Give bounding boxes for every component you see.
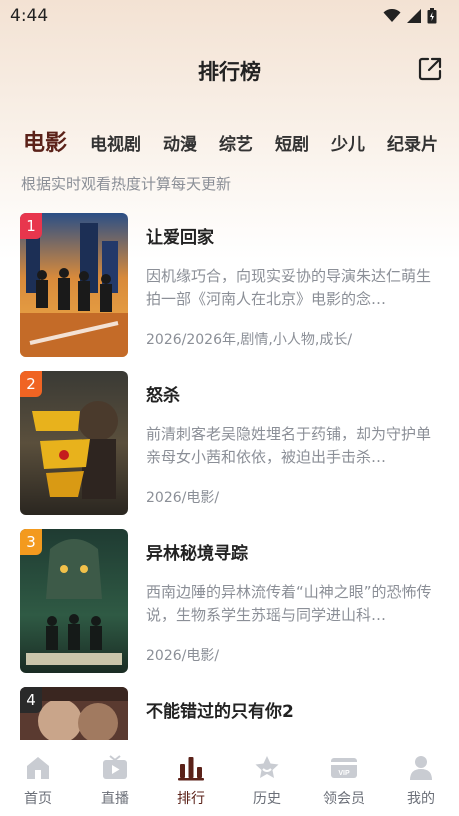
status-icons: [383, 8, 437, 24]
rank-badge: 3: [20, 529, 42, 555]
nav-label: 历史: [253, 791, 281, 807]
battery-icon: [427, 8, 437, 24]
item-meta: 2026/电影/: [146, 648, 220, 664]
nav-history[interactable]: 历史: [229, 740, 305, 816]
poster-image: 3: [20, 529, 128, 673]
ranking-icon: [178, 757, 204, 781]
poster-image: 1: [20, 213, 128, 357]
category-tabs: 电影 电视剧 动漫 综艺 短剧 少儿 纪录片: [0, 124, 459, 160]
nav-label: 直播: [101, 791, 129, 807]
nav-label: 排行: [177, 791, 205, 807]
item-meta: 2026/2026年,剧情,小人物,成长/: [146, 332, 353, 348]
nav-live[interactable]: 直播: [77, 740, 153, 816]
rank-badge: 4: [20, 687, 42, 713]
item-title: 异林秘境寻踪: [146, 544, 248, 564]
page-title: 排行榜: [198, 60, 261, 84]
tab-variety[interactable]: 综艺: [219, 130, 253, 155]
tv-icon: [103, 755, 127, 779]
profile-icon: [410, 756, 432, 780]
rank-badge: 1: [20, 213, 42, 239]
share-icon[interactable]: [417, 56, 443, 82]
tab-tv-series[interactable]: 电视剧: [90, 130, 141, 155]
wifi-icon: [383, 9, 401, 22]
status-time: 4:44: [10, 6, 49, 26]
nav-ranking[interactable]: 排行: [153, 740, 229, 816]
item-meta: 2026/电影/: [146, 490, 220, 506]
item-title: 不能错过的只有你2: [146, 702, 294, 722]
tab-short-drama[interactable]: 短剧: [275, 130, 309, 155]
history-icon: [255, 756, 279, 778]
bottom-navigation: 首页 直播 排行 历史 VIP 领会员 我的: [0, 740, 459, 816]
list-item[interactable]: 3 异林秘境寻踪 西南边陲的异林流传着“山神之眼”的恐怖传说，生物系学生苏瑶与同…: [0, 529, 459, 687]
tab-anime[interactable]: 动漫: [163, 130, 197, 155]
item-title: 让爱回家: [146, 228, 214, 248]
poster-image: 2: [20, 371, 128, 515]
signal-icon: [407, 9, 421, 23]
list-item[interactable]: 2 怒杀 前清刺客老吴隐姓埋名于药铺，却为守护单亲母女小茜和依依，被迫出手击杀……: [0, 371, 459, 529]
list-item[interactable]: 1 让爱回家 因机缘巧合，向现实妥协的导演朱达仁萌生拍一部《河南人在北京》电影的…: [0, 213, 459, 371]
svg-text:VIP: VIP: [338, 770, 350, 777]
item-description: 西南边陲的异林流传着“山神之眼”的恐怖传说，生物系学生苏瑶与同学进山科…: [146, 583, 432, 624]
tab-documentary[interactable]: 纪录片: [387, 130, 438, 155]
vip-icon: VIP: [331, 758, 357, 778]
page-header: 排行榜: [0, 50, 459, 90]
item-title: 怒杀: [146, 386, 180, 406]
item-description: 因机缘巧合，向现实妥协的导演朱达仁萌生拍一部《河南人在北京》电影的念…: [146, 267, 432, 308]
item-description: 前清刺客老吴隐姓埋名于药铺，却为守护单亲母女小茜和依依，被迫出手击杀…: [146, 425, 432, 466]
ranking-list: 1 让爱回家 因机缘巧合，向现实妥协的导演朱达仁萌生拍一部《河南人在北京》电影的…: [0, 213, 459, 816]
status-bar: 4:44: [0, 0, 459, 32]
nav-label: 我的: [407, 791, 435, 807]
nav-home[interactable]: 首页: [0, 740, 76, 816]
tab-movie[interactable]: 电影: [23, 125, 67, 157]
home-icon: [27, 757, 49, 779]
rank-badge: 2: [20, 371, 42, 397]
tab-kids[interactable]: 少儿: [331, 130, 365, 155]
ranking-subtitle: 根据实时观看热度计算每天更新: [21, 175, 232, 193]
nav-profile[interactable]: 我的: [383, 740, 459, 816]
nav-label: 首页: [24, 791, 52, 807]
nav-label: 领会员: [323, 791, 365, 807]
nav-vip[interactable]: VIP 领会员: [306, 740, 382, 816]
